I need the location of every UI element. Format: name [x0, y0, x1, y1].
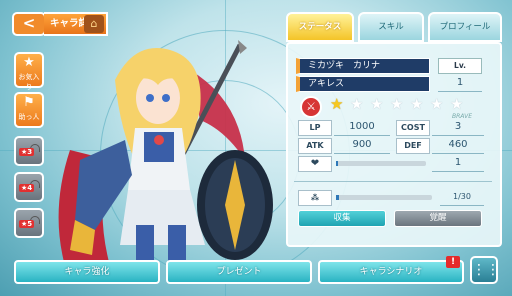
leader-label: 助っ人: [18, 113, 40, 121]
collect-button[interactable]: 収集: [298, 210, 386, 227]
class-level-value: 1: [438, 76, 482, 92]
atk-value: 900: [334, 138, 390, 154]
tab-skill[interactable]: スキル: [358, 12, 424, 42]
heart-icon: ❤: [298, 156, 332, 172]
tab-profile[interactable]: プロフィール: [428, 12, 502, 42]
collect-gauge-fill: [336, 195, 340, 200]
slot-4-button[interactable]: ★4: [14, 172, 44, 202]
favorite-button[interactable]: ★ お気入り: [14, 52, 44, 91]
notice-badge: !: [446, 256, 460, 268]
collect-icon: ⁂: [298, 190, 332, 206]
character-class: アキレス: [296, 76, 430, 92]
home-icon: ⌂: [90, 17, 98, 30]
awaken-button[interactable]: 覚醒: [394, 210, 482, 227]
menu-grid-button[interactable]: ⋮⋮: [470, 256, 500, 284]
affection-value: 1: [432, 156, 484, 172]
star-empty-icon: ★: [370, 95, 384, 113]
rarity-badge: ★5: [19, 220, 35, 228]
tab-status[interactable]: ステータス: [286, 12, 354, 42]
lp-label: LP: [298, 120, 332, 136]
home-button[interactable]: ⌂: [84, 15, 104, 33]
weapon-type-icon: ⚔: [300, 96, 322, 118]
level-label: Lv.: [438, 58, 482, 74]
grid-icon: ⋮⋮: [472, 262, 500, 278]
scenario-button[interactable]: キャラシナリオ: [318, 260, 464, 284]
character-name: ミカヅキ カリナ: [296, 58, 430, 74]
star-empty-icon: ★: [450, 95, 464, 113]
flag-icon: ⚑: [23, 95, 35, 110]
slot-5-button[interactable]: ★5: [14, 208, 44, 238]
affection-gauge: [336, 161, 426, 166]
cost-value: 3: [432, 120, 484, 136]
back-button[interactable]: <: [12, 12, 46, 36]
star-empty-icon: ★: [350, 95, 364, 113]
enhance-button[interactable]: キャラ強化: [14, 260, 160, 284]
collect-gauge: [336, 195, 432, 200]
divider: [294, 181, 492, 182]
character-illustration: [58, 40, 273, 266]
leader-button[interactable]: ⚑ 助っ人: [14, 92, 44, 128]
affection-gauge-fill: [336, 161, 338, 166]
favorite-label: お気入り: [18, 73, 40, 91]
star-empty-icon: ★: [390, 95, 404, 113]
collect-value: 1/30: [440, 190, 484, 206]
type-tag: BRAVE: [452, 113, 472, 120]
cost-label: COST: [396, 120, 430, 136]
star-filled-icon: ★: [330, 95, 344, 113]
present-button[interactable]: プレゼント: [166, 260, 312, 284]
rarity-badge: ★4: [19, 184, 35, 192]
lp-value: 1000: [334, 120, 390, 136]
def-value: 460: [432, 138, 484, 154]
rarity-badge: ★3: [19, 148, 35, 156]
atk-label: ATK: [298, 138, 332, 154]
star-icon: ★: [23, 55, 35, 70]
slot-3-button[interactable]: ★3: [14, 136, 44, 166]
star-empty-icon: ★: [410, 95, 424, 113]
star-empty-icon: ★: [430, 95, 444, 113]
def-label: DEF: [396, 138, 430, 154]
